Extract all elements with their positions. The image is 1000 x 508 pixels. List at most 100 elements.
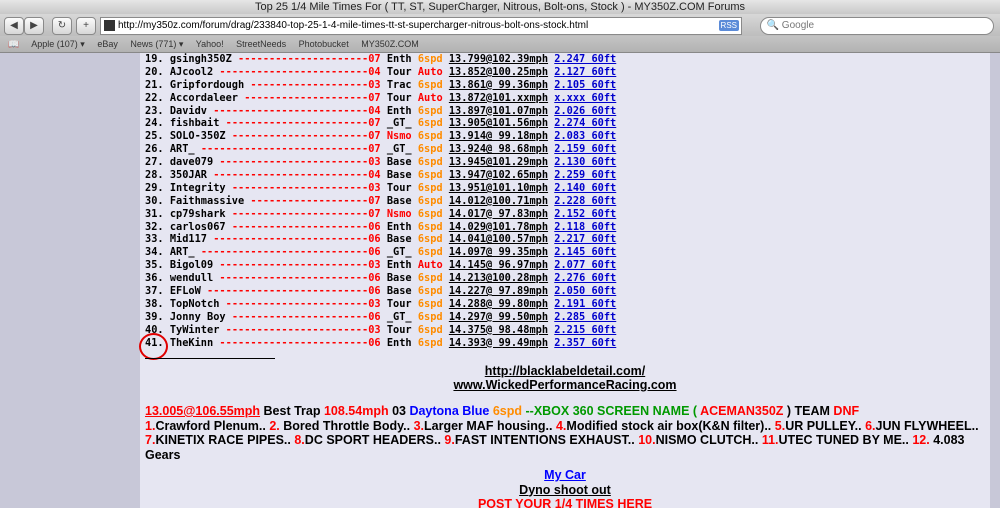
- favicon-icon: [104, 20, 115, 31]
- row-sixty[interactable]: 2.274 60ft: [554, 117, 616, 129]
- row-gear: 6spd: [417, 117, 443, 130]
- row-sixty[interactable]: 2.259 60ft: [554, 169, 616, 181]
- row-sixty[interactable]: 2.152 60ft: [554, 208, 616, 220]
- row-time[interactable]: 13.945@101.29mph: [449, 156, 548, 168]
- bookmark-streetneeds[interactable]: StreetNeeds: [236, 39, 286, 49]
- reload-button[interactable]: ↻: [52, 17, 72, 35]
- row-time[interactable]: 14.213@100.28mph: [449, 272, 548, 284]
- row-sixty[interactable]: 2.077 60ft: [554, 259, 616, 271]
- specs-text: 13.005@106.55mph Best Trap 108.54mph 03 …: [145, 404, 985, 462]
- row-time[interactable]: 13.914@ 99.18mph: [449, 130, 548, 142]
- bookmark-my350z[interactable]: MY350Z.COM: [361, 39, 419, 49]
- address-bar[interactable]: http://my350z.com/forum/drag/233840-top-…: [100, 17, 742, 35]
- signature: http://blacklabeldetail.com/ www.WickedP…: [140, 361, 990, 508]
- back-button[interactable]: ◀: [4, 17, 24, 35]
- row-class: 03: [368, 297, 381, 310]
- row-name: cp79shark: [169, 207, 226, 220]
- row-time[interactable]: 14.288@ 99.80mph: [449, 298, 548, 310]
- row-time[interactable]: 13.905@101.56mph: [449, 117, 548, 129]
- bookmarks-book-icon[interactable]: 📖: [8, 39, 19, 49]
- row-rank: 29.: [145, 181, 164, 194]
- row-sixty[interactable]: x.xxx 60ft: [554, 92, 616, 104]
- row-time[interactable]: 13.924@ 98.68mph: [449, 143, 548, 155]
- row-time[interactable]: 14.375@ 98.48mph: [449, 324, 548, 336]
- wickedperformance-link[interactable]: www.WickedPerformanceRacing.com: [453, 378, 676, 392]
- row-time[interactable]: 13.852@100.25mph: [449, 66, 548, 78]
- row-time[interactable]: 14.145@ 96.97mph: [449, 259, 548, 271]
- row-gear: 6spd: [417, 297, 443, 310]
- row-time[interactable]: 14.227@ 97.89mph: [449, 285, 548, 297]
- row-gear: Auto: [417, 91, 443, 104]
- best-time[interactable]: 13.005@106.55mph: [145, 404, 260, 418]
- row-time[interactable]: 14.393@ 99.49mph: [449, 337, 548, 349]
- rss-icon[interactable]: RSS: [718, 20, 739, 31]
- row-sixty[interactable]: 2.105 60ft: [554, 79, 616, 91]
- bookmark-photobucket[interactable]: Photobucket: [299, 39, 349, 49]
- row-trim: Enth: [386, 104, 412, 117]
- row-sixty[interactable]: 2.083 60ft: [554, 130, 616, 142]
- row-time[interactable]: 13.947@102.65mph: [449, 169, 548, 181]
- row-time[interactable]: 14.012@100.71mph: [449, 195, 548, 207]
- row-class: 07: [368, 91, 381, 104]
- row-rank: 26.: [145, 143, 164, 156]
- mod-number: 2.: [269, 418, 280, 433]
- row-sixty[interactable]: 2.026 60ft: [554, 105, 616, 117]
- row-time[interactable]: 14.029@101.78mph: [449, 221, 548, 233]
- bookmark-news[interactable]: News (771) ▾: [130, 39, 183, 49]
- row-sixty[interactable]: 2.050 60ft: [554, 285, 616, 297]
- right-margin: [990, 53, 1000, 508]
- row-sixty[interactable]: 2.276 60ft: [554, 272, 616, 284]
- row-sixty[interactable]: 2.357 60ft: [554, 337, 616, 349]
- row-sixty[interactable]: 2.159 60ft: [554, 143, 616, 155]
- row-sixty[interactable]: 2.217 60ft: [554, 233, 616, 245]
- row-trim: Enth: [386, 53, 412, 65]
- row-sixty[interactable]: 2.228 60ft: [554, 195, 616, 207]
- row-class: 06: [368, 285, 381, 298]
- row-sixty[interactable]: 2.130 60ft: [554, 156, 616, 168]
- time-row: 35. Bigol09 ------------------------03 E…: [145, 259, 616, 272]
- row-trim: _GT_: [386, 143, 412, 156]
- row-gear: 6spd: [417, 246, 443, 259]
- row-rank: 24.: [145, 117, 164, 130]
- post-times-link[interactable]: POST YOUR 1/4 TIMES HERE: [478, 497, 652, 508]
- row-sixty[interactable]: 2.127 60ft: [554, 66, 616, 78]
- row-rank: 34.: [145, 246, 164, 259]
- row-sixty[interactable]: 2.145 60ft: [554, 246, 616, 258]
- row-sixty[interactable]: 2.118 60ft: [554, 221, 616, 233]
- row-time[interactable]: 14.097@ 99.35mph: [449, 246, 548, 258]
- row-sixty[interactable]: 2.247 60ft: [554, 53, 616, 65]
- row-time[interactable]: 14.017@ 97.83mph: [449, 208, 548, 220]
- row-name: ART_: [169, 143, 195, 156]
- mod-text: FAST INTENTIONS EXHAUST..: [454, 433, 639, 447]
- row-class: 06: [368, 336, 381, 349]
- blacklabel-link[interactable]: http://blacklabeldetail.com/: [485, 364, 645, 378]
- forward-button[interactable]: ▶: [24, 17, 44, 35]
- row-dashes: ----------------------: [231, 220, 369, 233]
- bookmark-ebay[interactable]: eBay: [97, 39, 118, 49]
- row-sixty[interactable]: 2.285 60ft: [554, 311, 616, 323]
- row-time[interactable]: 13.861@ 99.36mph: [449, 79, 548, 91]
- row-rank: 36.: [145, 272, 164, 285]
- row-sixty[interactable]: 2.140 60ft: [554, 182, 616, 194]
- row-name: Bigol09: [169, 259, 214, 272]
- add-bookmark-button[interactable]: +: [76, 17, 96, 35]
- row-time[interactable]: 13.872@101.xxmph: [449, 92, 548, 104]
- bookmark-apple[interactable]: Apple (107) ▾: [31, 39, 85, 49]
- row-name: Jonny Boy: [169, 310, 226, 323]
- row-time[interactable]: 14.041@100.57mph: [449, 233, 548, 245]
- row-sixty[interactable]: 2.191 60ft: [554, 298, 616, 310]
- row-name: ART_: [169, 246, 195, 259]
- row-time[interactable]: 13.799@102.39mph: [449, 53, 548, 65]
- row-time[interactable]: 13.897@101.07mph: [449, 105, 548, 117]
- row-time[interactable]: 14.297@ 99.50mph: [449, 311, 548, 323]
- bookmark-yahoo[interactable]: Yahoo!: [196, 39, 224, 49]
- row-time[interactable]: 13.951@101.10mph: [449, 182, 548, 194]
- row-gear: 6spd: [417, 130, 443, 143]
- my-car-link[interactable]: My Car: [544, 468, 586, 482]
- dyno-link[interactable]: Dyno shoot out: [519, 483, 611, 497]
- row-rank: 20.: [145, 65, 164, 78]
- row-sixty[interactable]: 2.215 60ft: [554, 324, 616, 336]
- search-input[interactable]: 🔍 Google: [760, 17, 994, 35]
- row-class: 06: [368, 310, 381, 323]
- row-name: carlos067: [169, 220, 226, 233]
